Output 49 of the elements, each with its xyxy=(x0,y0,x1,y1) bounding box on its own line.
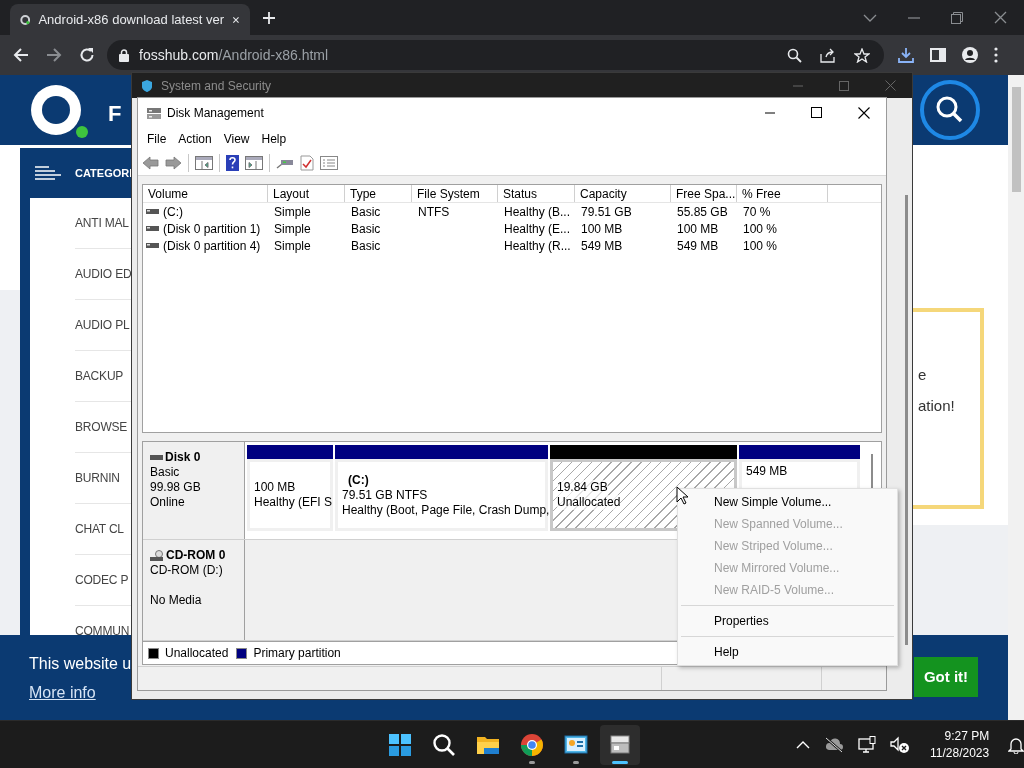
partition-status: Unallocated xyxy=(557,495,621,510)
table-cell-text: Simple xyxy=(273,220,312,237)
table-cell-text: 549 MB xyxy=(580,237,624,254)
partition-size: 100 MB xyxy=(254,480,296,495)
promo-text: ation! xyxy=(918,395,955,416)
table-cell-text: 70 % xyxy=(742,203,772,220)
partition-size: 79.51 GB NTFS xyxy=(342,487,428,503)
categories-title: CATEGORI xyxy=(75,165,133,181)
partition-size: 19.84 GB xyxy=(557,480,608,495)
partition-status: Healthy (EFI S xyxy=(254,495,333,510)
table-cell-text: (Disk 0 partition 4) xyxy=(163,237,261,255)
drive-letter: CD-ROM (D:) xyxy=(150,563,224,578)
promo-text: e xyxy=(918,365,928,385)
table-cell-text: NTFS xyxy=(417,203,451,220)
table-cell-text: 549 MB xyxy=(676,237,720,254)
disk-name: Disk 0 xyxy=(165,450,201,465)
table-cell-text: Healthy (E... xyxy=(503,220,572,237)
partition-size: 549 MB xyxy=(746,464,788,479)
table-cell-text: Basic xyxy=(350,237,382,254)
cookie-text: This website u xyxy=(29,654,132,674)
table-cell-text: 79.51 GB xyxy=(580,203,633,220)
tab-title: Android-x86 download latest ver xyxy=(38,10,225,29)
table-cell-text: Basic xyxy=(350,220,382,237)
table-cell-text: 55.85 GB xyxy=(676,203,729,220)
table-cell-text: Healthy (R... xyxy=(503,237,572,254)
media-state: No Media xyxy=(150,593,203,608)
window-title: Disk Management xyxy=(167,104,264,122)
disk-name: CD-ROM 0 xyxy=(166,548,226,563)
table-cell-text: (Disk 0 partition 1) xyxy=(163,220,261,238)
disk-state: Online xyxy=(150,495,186,510)
table-cell-text: Simple xyxy=(273,237,312,254)
table-cell-text: Simple xyxy=(273,203,312,220)
table-cell-text: 100 % xyxy=(742,237,779,254)
table-cell-text: (C:) xyxy=(163,203,183,221)
disk-type: Basic xyxy=(150,465,181,480)
window-title: System and Security xyxy=(161,77,272,95)
partition-label: (C:) xyxy=(347,472,370,488)
table-cell-text: 100 MB xyxy=(676,220,720,237)
table-cell-text: Healthy (B... xyxy=(503,203,572,220)
table-cell-text: 100 MB xyxy=(580,220,624,237)
legend-label: Primary partition xyxy=(253,645,341,662)
url-host: fosshub.com xyxy=(139,45,219,65)
table-cell-text: 100 % xyxy=(742,220,779,237)
table-cell-text: Basic xyxy=(350,203,382,220)
url-path: /Android-x86.html xyxy=(218,45,329,65)
logo-text: F xyxy=(108,100,122,128)
partition-status: Healthy (Boot, Page File, Crash Dump, xyxy=(342,502,550,518)
legend-label: Unallocated xyxy=(165,645,229,662)
disk-size: 99.98 GB xyxy=(150,480,202,495)
